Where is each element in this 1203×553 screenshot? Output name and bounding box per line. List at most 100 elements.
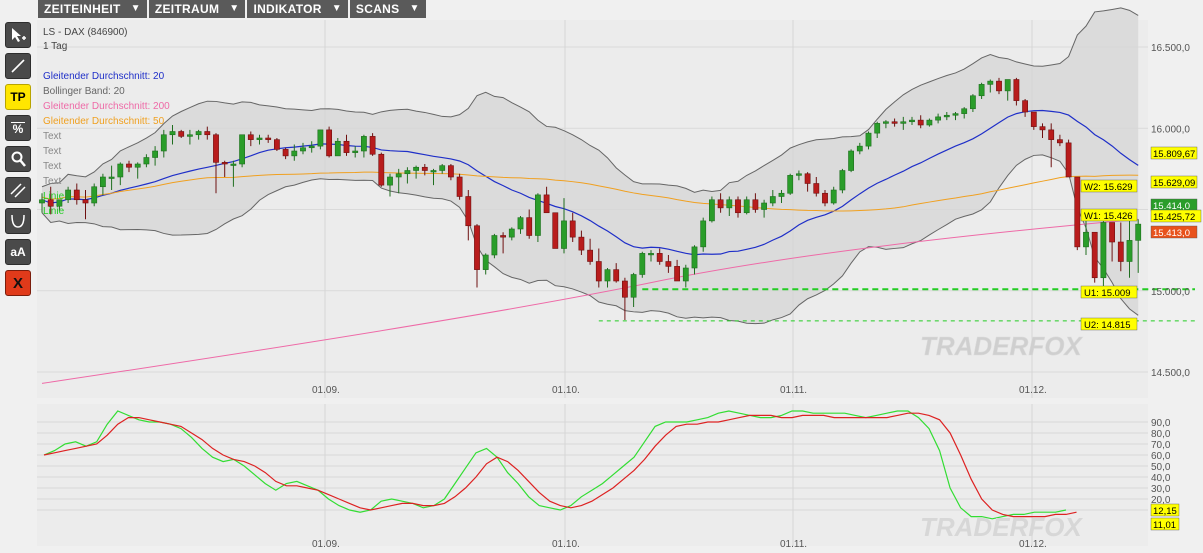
date-tick-label: 01.11. [780,385,807,396]
candle-body [865,132,872,147]
price-tick-label: 16.000,0 [1151,124,1190,135]
candle-body [230,163,237,166]
candle-body [300,147,306,152]
candle-body [395,173,402,178]
date-tick-label: 01.10. [552,385,580,396]
legend-item: Bollinger Band: 20 [43,86,125,97]
price-tag-label: 15.629,09 [1153,178,1195,189]
level-tag-label: W2: 15.629 [1084,182,1133,193]
legend-item: Linie [43,206,65,217]
osc-value-label: 11,01 [1153,520,1176,531]
date-tick-label: 01.09. [312,539,340,550]
candle-body [482,254,489,270]
candle-body [943,114,950,118]
candle-body [169,131,176,136]
osc-tick-label: 80,0 [1151,429,1171,440]
watermark: TRADERFOX [920,331,1083,361]
osc-tick-label: 70,0 [1151,440,1171,451]
candle-body [717,199,724,209]
candle-body [247,134,254,140]
candle-body [996,80,1002,92]
level-tag-label: U2: 14.815 [1084,320,1130,331]
candle-body [656,253,663,262]
date-tick-label: 01.12. [1019,385,1047,396]
candle-body [848,150,854,171]
candle-body [752,199,759,210]
price-tick-label: 15.000,0 [1151,287,1190,298]
candle-body [804,173,811,184]
legend-item: Text [43,131,62,142]
watermark-oscillator: TRADERFOX [920,512,1083,542]
candle-body [830,189,837,204]
candle-body [1091,231,1098,279]
candle-body [1135,223,1142,241]
candle-body [700,220,707,248]
candle-body [534,194,541,236]
level-tag-label: W1: 15.426 [1084,211,1133,222]
candle-body [708,199,715,222]
candle-body [195,131,202,136]
chart: 16.500,016.000,015.500,015.000,014.500,0… [37,7,1202,550]
candle-body [508,228,515,238]
candle-body [909,119,915,123]
candle-body [604,269,611,282]
date-tick-label: 01.09. [312,385,340,396]
candle-body [108,176,115,179]
candle-body [726,199,733,209]
candle-body [787,175,794,194]
candle-body [430,170,437,173]
candle-body [952,113,959,116]
candle-body [491,235,498,256]
candle-body [500,235,506,238]
candle-body [213,134,219,163]
legend-item: Linie [43,191,65,202]
candle-body [1013,79,1020,101]
candle-body [561,220,567,249]
price-tick-label: 16.500,0 [1151,43,1190,54]
candle-body [143,157,150,165]
candle-body [65,189,71,201]
candle-body [648,253,654,256]
candle-body [256,137,263,140]
candle-body [91,186,98,204]
candle-body [1004,79,1011,92]
legend-item: Gleitender Durchschnitt: 200 [43,101,170,112]
candle-body [291,150,298,157]
instrument-label: LS - DAX (846900) [43,27,128,38]
candle-body [404,170,411,175]
date-tick-label: 01.11. [780,539,807,550]
candle-body [456,176,463,197]
candle-body [969,95,976,110]
osc-value-label: 12,15 [1153,506,1177,517]
candle-body [517,217,524,230]
candle-body [587,249,593,262]
candle-body [1048,129,1055,140]
candle-body [134,163,141,168]
osc-tick-label: 90,0 [1151,418,1171,429]
candle-body [273,139,280,150]
candle-body [439,165,446,171]
candle-body [691,246,698,269]
candle-body [543,194,550,214]
candle-body [1126,240,1133,262]
candle-body [761,202,767,210]
candle-body [1030,111,1037,127]
candle-body [595,261,602,282]
candle-body [735,199,741,214]
candle-body [987,80,994,85]
candle-body [926,119,933,126]
candle-body [187,134,193,137]
timeframe-label: 1 Tag [43,41,67,52]
candle-body [82,199,89,204]
price-tag-label: 15.809,67 [1153,149,1195,160]
candle-body [621,280,628,298]
candle-body [769,196,776,204]
candle-body [839,170,846,191]
candle-body [1065,142,1072,178]
candle-body [795,173,802,176]
candle-body [891,121,898,124]
candle-body [352,150,359,153]
candle-body [369,136,376,155]
candle-body [743,199,750,214]
candle-body [1057,139,1063,144]
